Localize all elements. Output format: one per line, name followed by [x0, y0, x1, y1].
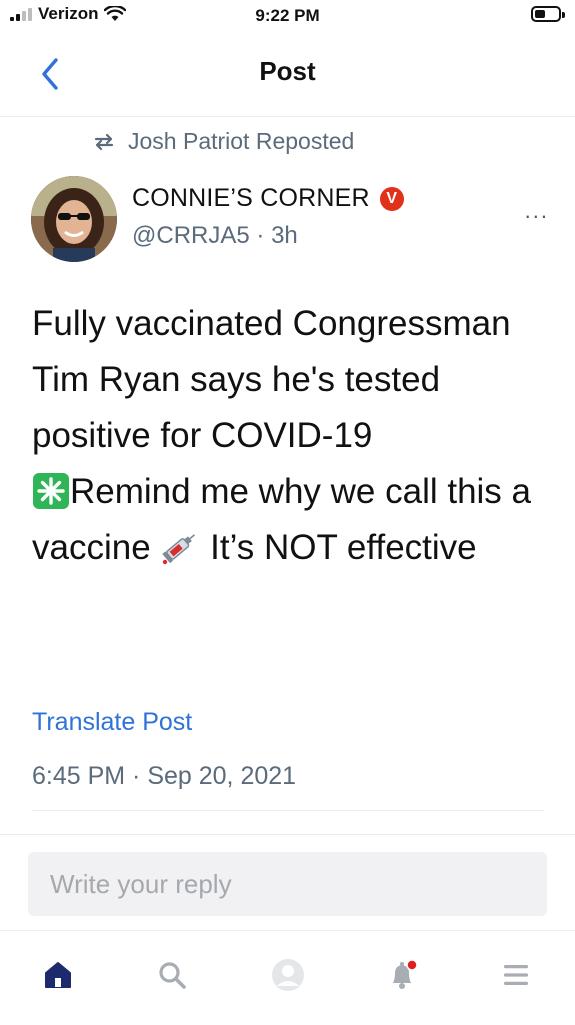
post-body: Fully vaccinated Congressman Tim Ryan sa… [32, 296, 552, 576]
post-text-tail: It’s NOT effective [200, 528, 477, 567]
avatar-image [31, 176, 117, 262]
notification-dot [406, 959, 418, 971]
search-icon [159, 962, 186, 989]
author-handle[interactable]: @CRRJA5 [132, 222, 250, 249]
page-title: Post [259, 56, 316, 86]
status-bar: Verizon 9:22 PM [0, 0, 575, 34]
reply-bar [0, 834, 575, 931]
sparkle-emoji-icon [33, 472, 69, 509]
nav-bar: Post [0, 34, 575, 117]
tab-menu[interactable] [494, 953, 538, 997]
status-time: 9:22 PM [255, 6, 320, 25]
bell-icon [393, 959, 418, 989]
repost-icon [94, 133, 114, 150]
author-handle-row: @CRRJA5 · 3h [132, 222, 298, 250]
verified-badge: V [379, 186, 404, 211]
menu-icon [504, 965, 528, 985]
tab-bar [0, 930, 575, 1025]
tab-notifications[interactable] [380, 953, 424, 997]
more-options-button[interactable]: ... [525, 198, 549, 224]
repost-label: Josh Patriot Reposted [128, 128, 355, 154]
author-avatar[interactable] [31, 176, 117, 262]
author-name[interactable]: CONNIE’S CORNER [132, 184, 370, 213]
battery-icon [531, 6, 565, 22]
reply-input[interactable] [28, 852, 547, 916]
tab-home[interactable] [36, 953, 80, 997]
more-icon: ... [524, 198, 549, 223]
syringe-emoji-icon [162, 533, 196, 564]
avatar-icon [272, 959, 304, 991]
post-text-line-1: Fully vaccinated Congressman Tim Ryan sa… [32, 304, 511, 455]
author-name-row: CONNIE’S CORNER V [132, 184, 404, 213]
translate-post-link[interactable]: Translate Post [32, 708, 192, 737]
divider [32, 810, 544, 811]
tab-profile[interactable] [266, 953, 310, 997]
post-age: 3h [271, 222, 298, 249]
handle-separator: · [256, 222, 265, 249]
home-icon [45, 962, 71, 988]
post-text-line-2: Remind me why we call this a vaccine It’… [32, 464, 552, 576]
repost-indicator: Josh Patriot Reposted [92, 128, 354, 155]
post-timestamp: 6:45 PM · Sep 20, 2021 [32, 762, 297, 790]
tab-search[interactable] [150, 953, 194, 997]
